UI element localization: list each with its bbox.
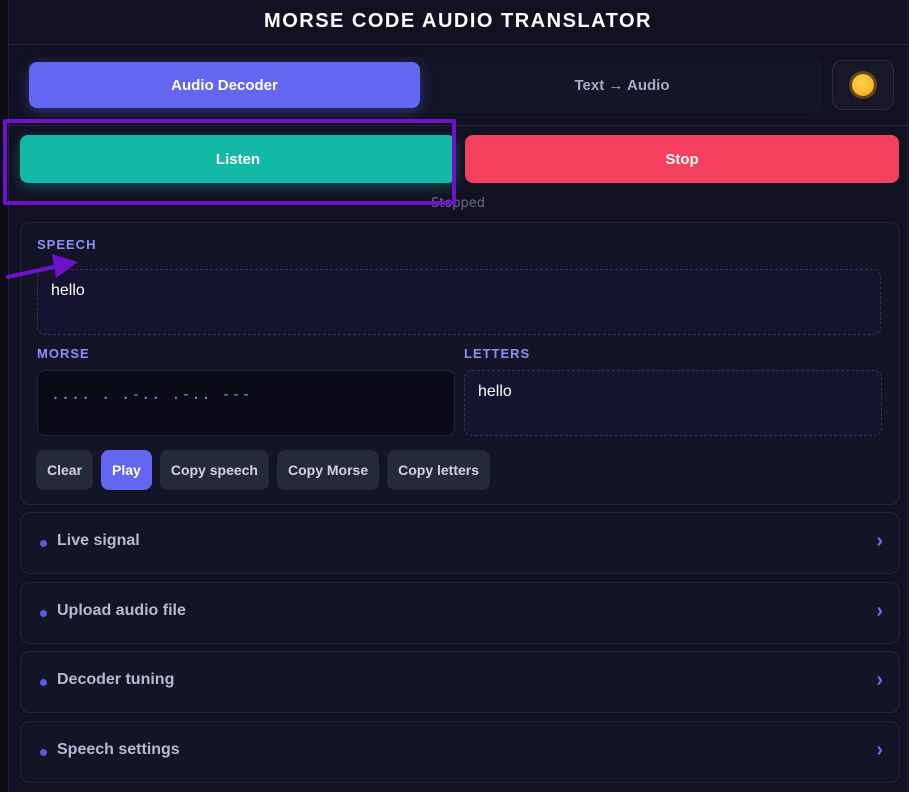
bullet-icon [40, 540, 47, 547]
section-decoder-tuning[interactable]: Decoder tuning › [20, 651, 900, 713]
output-actions: Clear Play Copy speech Copy Morse Copy l… [36, 450, 491, 490]
clear-button[interactable]: Clear [36, 450, 94, 490]
mode-tabs: Audio Decoder Text → Audio [28, 57, 822, 113]
app-frame: MORSE CODE AUDIO TRANSLATOR Audio Decode… [3, 0, 908, 792]
sun-icon [852, 74, 874, 96]
section-label: Upload audio file [57, 602, 186, 619]
chevron-right-icon: › [876, 739, 883, 761]
section-label: Decoder tuning [57, 671, 175, 688]
app-title: MORSE CODE AUDIO TRANSLATOR [9, 0, 907, 45]
speech-label: SPEECH [37, 237, 97, 252]
section-upload-audio-file[interactable]: Upload audio file › [20, 582, 900, 644]
copy-letters-button[interactable]: Copy letters [387, 450, 491, 490]
section-label: Live signal [57, 532, 140, 549]
chevron-right-icon: › [876, 530, 883, 552]
tab-text-to-audio[interactable]: Text → Audio [428, 62, 816, 108]
bullet-icon [40, 679, 47, 686]
chevron-right-icon: › [876, 600, 883, 622]
letters-label: LETTERS [464, 346, 531, 361]
speech-output[interactable]: hello [37, 269, 881, 335]
bullet-icon [40, 749, 47, 756]
copy-speech-button[interactable]: Copy speech [159, 450, 269, 490]
morse-label: MORSE [37, 346, 90, 361]
copy-morse-button[interactable]: Copy Morse [276, 450, 380, 490]
section-speech-settings[interactable]: Speech settings › [20, 721, 900, 783]
play-button[interactable]: Play [101, 450, 152, 490]
letters-output[interactable]: hello [464, 370, 882, 436]
theme-toggle-button[interactable] [832, 60, 894, 110]
stop-button[interactable]: Stop [465, 135, 899, 183]
decoder-output-card: SPEECH hello MORSE .... . .-.. .-.. --- … [20, 222, 900, 505]
section-live-signal[interactable]: Live signal › [20, 512, 900, 574]
tab-audio-decoder[interactable]: Audio Decoder [29, 62, 420, 108]
morse-output[interactable]: .... . .-.. .-.. --- [37, 370, 455, 436]
section-label: Speech settings [57, 741, 180, 758]
bullet-icon [40, 610, 47, 617]
chevron-right-icon: › [876, 669, 883, 691]
annotation-highlight-box [3, 119, 456, 205]
